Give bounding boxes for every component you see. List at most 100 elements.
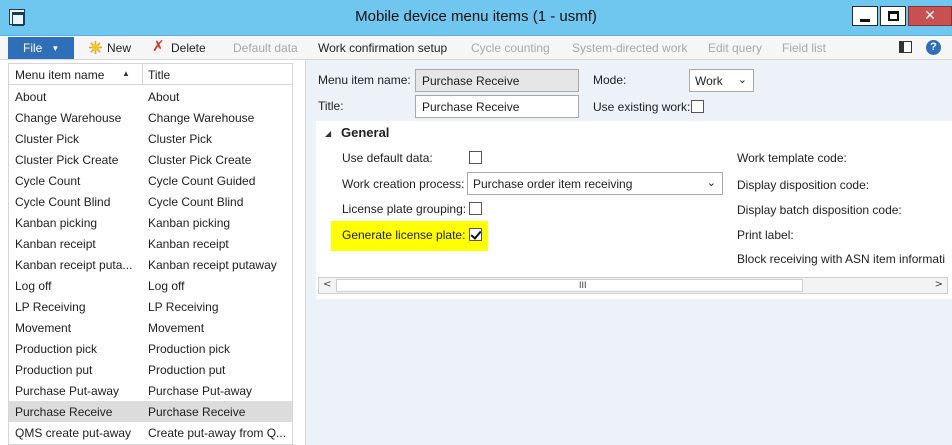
file-menu-button[interactable]: File ▼ [8,37,74,59]
display-batch-disposition-code-label: Display batch disposition code: [737,203,902,217]
menu-items-grid: Menu item name ▲ Title About About Change … [8,63,293,445]
column-header-title[interactable]: Title [148,68,170,82]
menu-item-name-cell: Kanban receipt [15,237,96,251]
use-default-data-checkbox[interactable] [469,151,482,164]
print-label-label: Print label: [737,228,794,242]
table-row[interactable]: Kanban picking Kanban picking [9,212,292,233]
menu-item-name-cell: Log off [15,279,52,293]
title-cell: Kanban receipt [148,237,229,251]
title-cell: Log off [148,279,185,293]
close-button[interactable]: ✕ [908,6,952,26]
title-cell: Production put [148,363,226,377]
table-row[interactable]: About About [9,86,292,107]
title-cell: Kanban receipt putaway [148,258,277,272]
generate-license-plate-label: Generate license plate: [342,228,466,242]
table-row[interactable]: Cluster Pick Cluster Pick [9,128,292,149]
use-existing-work-label: Use existing work: [593,100,691,114]
menu-item-name-cell: LP Receiving [15,300,86,314]
table-row[interactable]: Cycle Count Cycle Count Guided [9,170,292,191]
sort-ascending-icon: ▲ [122,69,130,78]
column-header-menu-item-name[interactable]: Menu item name [15,68,104,82]
menu-item-name-field[interactable]: Purchase Receive [415,69,579,92]
mode-select[interactable]: Work ⌄ [689,69,754,92]
mode-label: Mode: [593,73,627,87]
help-icon[interactable]: ? [926,40,941,55]
table-row[interactable]: Kanban receipt puta... Kanban receipt put… [9,254,292,275]
menu-item-name-cell: Cycle Count [15,174,81,188]
menu-item-name-cell: Cluster Pick Create [15,153,119,167]
horizontal-scrollbar[interactable]: < III > [318,277,948,294]
title-cell: Cluster Pick [148,132,213,146]
scroll-grip-icon: III [579,280,587,290]
title-cell: About [148,90,180,104]
table-row[interactable]: Log off Log off [9,275,292,296]
action-toolbar: File ▼ New ✗ Delete Default data Work co… [0,36,952,60]
grid-header: Menu item name ▲ Title [9,64,292,85]
menu-item-name-cell: Purchase Receive [15,405,113,419]
table-row[interactable]: Production pick Production pick [9,338,292,359]
display-disposition-code-label: Display disposition code: [737,178,870,192]
work-creation-process-select[interactable]: Purchase order item receiving ⌄ [467,172,723,195]
delete-x-icon[interactable]: ✗ [152,39,165,54]
menu-item-name-cell: Purchase Put-away [15,384,120,398]
table-row[interactable]: Production put Production put [9,359,292,380]
generate-license-plate-checkbox[interactable] [469,228,482,241]
panel-layout-icon[interactable] [899,41,912,53]
menu-item-name-cell: Kanban picking [15,216,98,230]
table-row[interactable]: LP Receiving LP Receiving [9,296,292,317]
table-row[interactable]: Movement Movement [9,317,292,338]
title-field[interactable]: Purchase Receive [415,95,579,118]
minimize-button[interactable] [852,6,878,26]
general-section-title[interactable]: General [341,125,389,140]
new-button[interactable]: New [107,41,131,55]
work-confirmation-setup-button[interactable]: Work confirmation setup [318,41,447,55]
delete-button[interactable]: Delete [171,41,206,55]
block-receiving-asn-label: Block receiving with ASN item informati [737,252,946,266]
work-creation-process-label: Work creation process: [342,177,465,191]
mode-value: Work [695,74,723,88]
title-cell: Change Warehouse [148,111,255,125]
scrollbar-thumb[interactable]: III [336,279,803,292]
table-row[interactable]: Purchase Put-away Purchase Put-away [9,380,292,401]
field-list-button[interactable]: Field list [782,41,826,55]
scroll-left-icon[interactable]: < [323,279,331,290]
system-directed-work-button[interactable]: System-directed work [572,41,687,55]
title-cell: Purchase Receive [148,405,246,419]
menu-item-name-cell: Movement [15,321,72,335]
license-plate-grouping-label: License plate grouping: [342,202,467,216]
window-title: Mobile device menu items (1 - usmf) [355,8,597,25]
title-cell: Movement [148,321,205,335]
default-data-button[interactable]: Default data [233,41,298,55]
title-cell: Production pick [148,342,231,356]
menu-item-name-label: Menu item name: [318,73,411,87]
table-row[interactable]: Cycle Count Blind Cycle Count Blind [9,191,292,212]
title-cell: Create put-away from Q... [148,426,287,440]
cycle-counting-button[interactable]: Cycle counting [471,41,550,55]
chevron-down-icon: ▼ [51,43,60,53]
title-bar: Mobile device menu items (1 - usmf) ✕ [0,0,952,36]
table-row[interactable]: Cluster Pick Create Cluster Pick Create [9,149,292,170]
title-label: Title: [318,99,344,113]
menu-item-name-cell: Kanban receipt puta... [15,258,133,272]
table-row[interactable]: Purchase Receive Purchase Receive [9,401,292,422]
title-cell: LP Receiving [148,300,219,314]
title-cell: Cycle Count Blind [148,195,244,209]
table-row[interactable]: Kanban receipt Kanban receipt [9,233,292,254]
chevron-down-icon: ⌄ [737,73,747,86]
edit-query-button[interactable]: Edit query [708,41,762,55]
chevron-down-icon: ⌄ [706,176,716,189]
license-plate-grouping-checkbox[interactable] [469,202,482,215]
menu-item-name-cell: Change Warehouse [15,111,122,125]
table-row[interactable]: QMS create put-away Create put-away from … [9,422,292,443]
scroll-right-icon[interactable]: > [935,279,943,290]
maximize-button[interactable] [880,6,906,26]
use-existing-work-checkbox[interactable] [691,100,704,113]
table-row[interactable]: Change Warehouse Change Warehouse [9,107,292,128]
work-creation-process-value: Purchase order item receiving [473,177,633,191]
maximize-icon [887,11,899,21]
new-star-icon[interactable] [88,40,103,55]
file-menu-label: File [23,41,43,55]
menu-item-name-cell: About [15,90,47,104]
title-cell: Cluster Pick Create [148,153,252,167]
collapse-triangle-icon[interactable]: ◢ [325,129,331,138]
